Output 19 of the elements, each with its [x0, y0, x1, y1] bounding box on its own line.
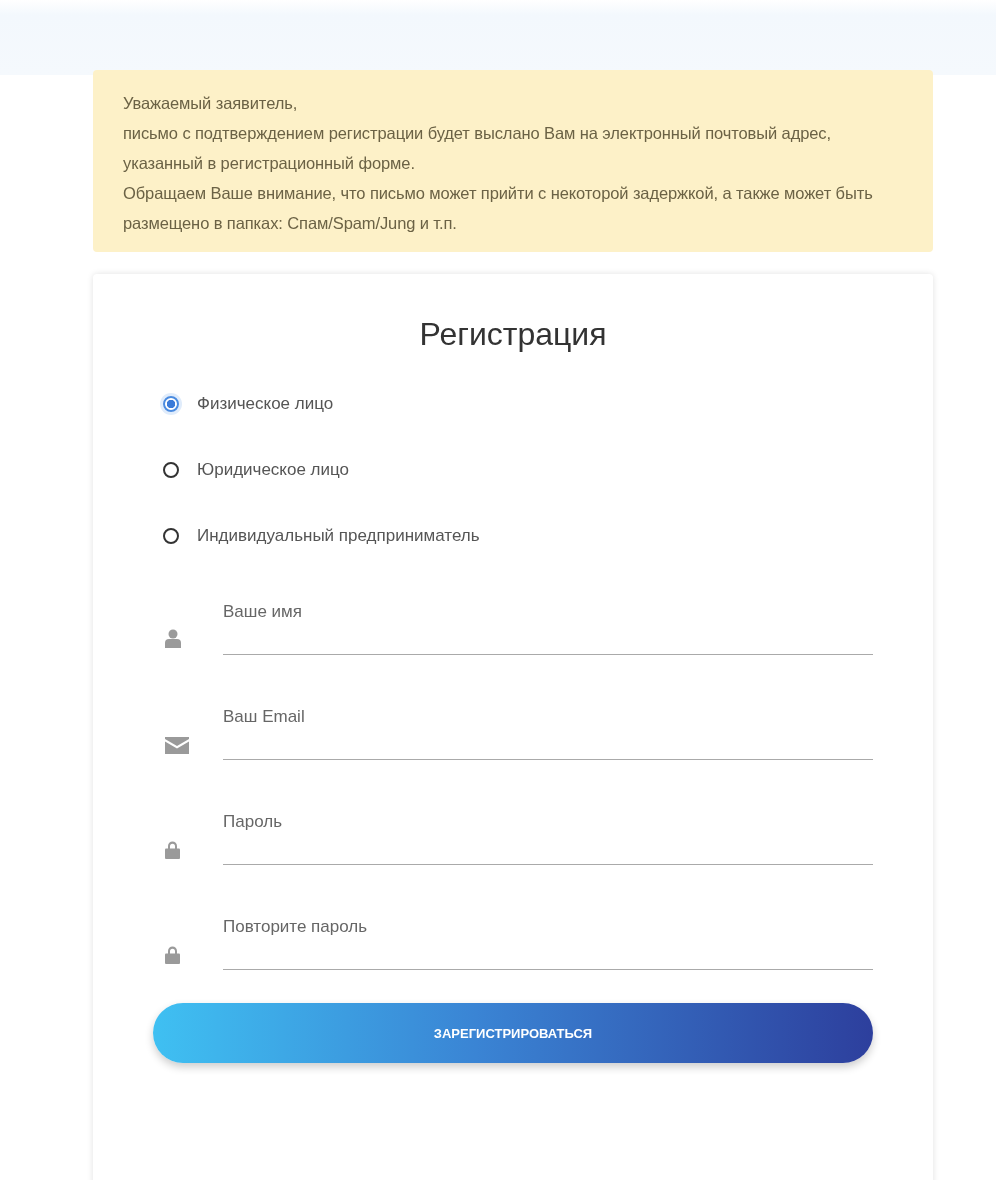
- lock-icon: [165, 945, 180, 964]
- radio-label[interactable]: Индивидуальный предприниматель: [197, 526, 480, 546]
- envelope-icon: [165, 737, 189, 754]
- notice-text: письмо с подтверждением регистрации будет выслано Вам на электронный почтовый адрес, указанный в регистрационный форме.: [123, 123, 832, 174]
- input-field[interactable]: Ваш Email: [223, 693, 873, 760]
- radio-label[interactable]: Юридическое лицо: [197, 460, 350, 480]
- user-icon: [165, 629, 181, 649]
- register-button[interactable]: ЗАРЕГИСТРИРОВАТЬСЯ: [153, 1003, 873, 1063]
- input-field[interactable]: Повторите пароль: [223, 903, 873, 970]
- notice-text: Обращаем Ваше внимание, что письмо может прийти с некоторой задержкой, а также может быть размещено в папках: Спам/Spam/Jung и т.п.: [123, 183, 874, 234]
- notice-text: Уважаемый заявитель,: [123, 93, 299, 114]
- input-field[interactable]: Ваше имя: [223, 588, 873, 655]
- lock-icon: [165, 840, 180, 859]
- radio-button[interactable]: [163, 462, 179, 478]
- input-field[interactable]: Пароль: [223, 798, 873, 865]
- radio-button[interactable]: [163, 528, 179, 544]
- radio-label[interactable]: Физическое лицо: [197, 394, 334, 414]
- form-title: Регистрация: [418, 316, 608, 353]
- radio-button[interactable]: [163, 396, 179, 412]
